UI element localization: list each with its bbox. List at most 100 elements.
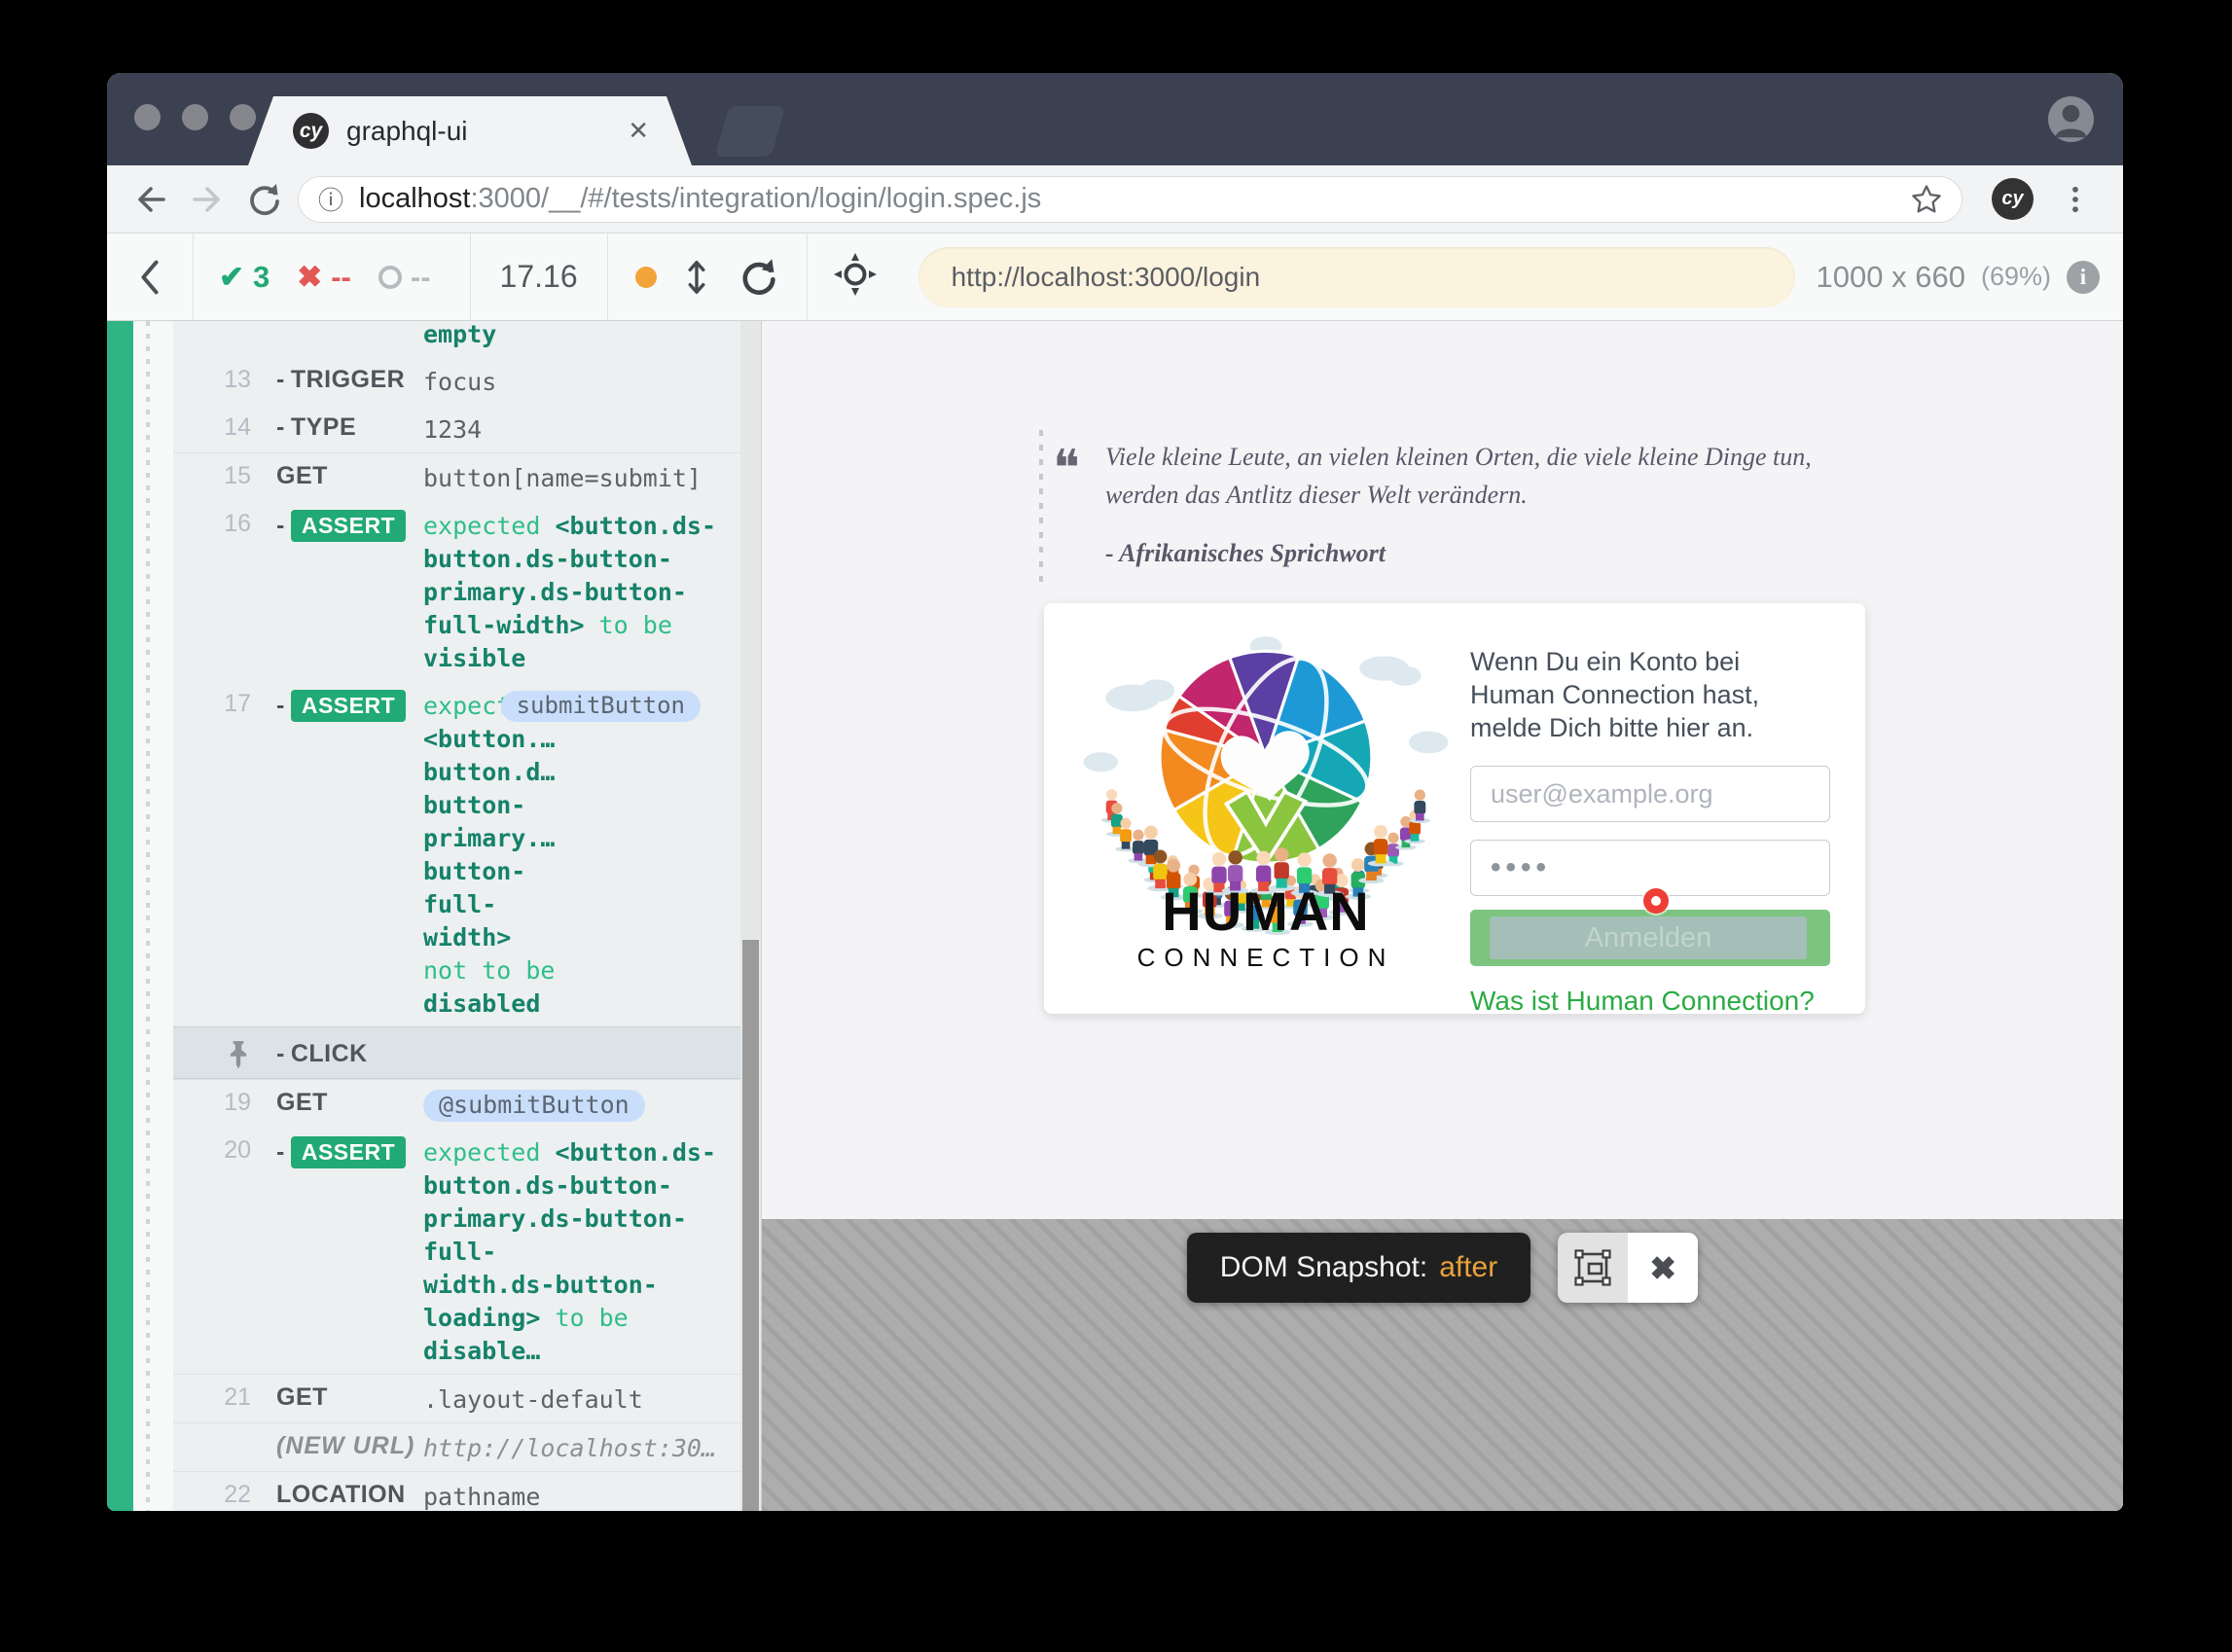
logo-wordmark-connection: CONNECTION	[1071, 943, 1460, 973]
scrollbar-thumb[interactable]	[742, 940, 759, 1511]
command-method: GET	[251, 459, 423, 490]
command-row[interactable]: 13-TRIGGERfocus	[173, 357, 741, 405]
command-number: 15	[173, 459, 251, 490]
click-event-marker	[1643, 888, 1669, 914]
command-number: 22	[173, 1478, 251, 1509]
command-message: .layout-default	[423, 1381, 741, 1417]
autoscroll-dot-icon	[635, 267, 657, 288]
command-message: empty	[423, 321, 741, 351]
aut-url-wrap: http://localhost:3000/login	[903, 247, 1811, 307]
maximize-window-button[interactable]	[230, 104, 256, 130]
command-message: 1234	[423, 411, 741, 447]
assert-badge: ASSERT	[291, 690, 406, 722]
runner-content: empty13-TRIGGERfocus14-TYPE123415GETbutt…	[107, 321, 2123, 1511]
forward-arrow-icon	[188, 180, 227, 219]
test-duration: 17.16	[471, 259, 607, 295]
viewport-info-icon[interactable]: i	[2067, 261, 2100, 294]
selector-playground-button[interactable]	[808, 252, 903, 302]
command-message: expected <button.ds-button.ds-button-pri…	[423, 1133, 741, 1368]
assert-badge: ASSERT	[291, 1136, 406, 1168]
passed-stat: ✔3	[219, 260, 270, 295]
runner-controls	[608, 256, 807, 299]
address-bar[interactable]: ⓘ localhost:3000/__/#/tests/integration/…	[298, 176, 1962, 223]
quote-block: ❝ Viele kleine Leute, an vielen kleinen …	[1035, 438, 1843, 568]
command-message	[423, 1052, 741, 1055]
pin-icon[interactable]	[226, 1040, 251, 1069]
reload-button[interactable]	[235, 177, 292, 222]
email-input[interactable]	[1470, 766, 1830, 822]
command-message: button[name=submit]	[423, 459, 741, 495]
command-method: LOCATION	[251, 1478, 423, 1509]
submit-button-label: Anmelden	[1585, 922, 1712, 954]
new-tab-button[interactable]	[715, 106, 786, 157]
command-method: -ASSERT	[251, 1133, 423, 1168]
command-number: 14	[173, 411, 251, 442]
dom-snapshot-message: DOM Snapshot: after	[1187, 1233, 1530, 1303]
profile-avatar[interactable]	[2048, 96, 2094, 142]
close-window-button[interactable]	[134, 104, 161, 130]
loading-overlay: Anmelden	[1490, 916, 1807, 959]
what-is-link[interactable]: Was ist Human Connection?	[1470, 986, 1815, 1017]
command-row[interactable]: 15GETbutton[name=submit]	[173, 452, 741, 501]
minimize-window-button[interactable]	[182, 104, 208, 130]
command-method: -CLICK	[251, 1037, 423, 1068]
command-method: (NEW URL)	[251, 1429, 423, 1460]
command-method: -ASSERT	[251, 507, 423, 542]
close-snapshot-button[interactable]: ✖	[1628, 1233, 1698, 1303]
command-row[interactable]: 14-TYPE1234	[173, 405, 741, 452]
command-method: -TRIGGER	[251, 363, 423, 394]
tab-close-icon[interactable]: ✕	[628, 116, 649, 146]
viewport-info: 1000 x 660 (69%) i	[1811, 260, 2123, 295]
kebab-menu-icon	[2059, 183, 2092, 216]
quote-dotted-border	[1039, 430, 1043, 586]
reporter-scrollbar	[740, 321, 761, 1511]
browser-window: cy graphql-ui ✕	[107, 73, 2123, 1511]
command-method: GET	[251, 1381, 423, 1412]
command-row[interactable]: 16-ASSERTexpected <button.ds-button.ds-b…	[173, 501, 741, 681]
snapshot-controls: DOM Snapshot: after	[762, 1233, 2123, 1303]
x-icon: ✖	[297, 260, 322, 295]
alias-pill: submitButton	[501, 691, 701, 722]
command-row[interactable]: 22LOCATIONpathname	[173, 1471, 741, 1511]
command-row[interactable]: empty	[173, 321, 741, 357]
command-number: 20	[173, 1133, 251, 1165]
cypress-runner-toolbar: ✔3 ✖-- -- 17.16	[107, 233, 2123, 321]
login-card: HUMAN CONNECTION Wenn Du ein Konto bei H…	[1044, 603, 1865, 1014]
back-button[interactable]	[123, 177, 179, 222]
cypress-favicon: cy	[293, 113, 329, 149]
command-list: empty13-TRIGGERfocus14-TYPE123415GETbutt…	[173, 321, 741, 1511]
command-row[interactable]: 20-ASSERTexpected <button.ds-button.ds-b…	[173, 1128, 741, 1374]
command-row[interactable]: (NEW URL)http://localhost:30…	[173, 1422, 741, 1471]
pending-stat: --	[378, 260, 431, 295]
command-row[interactable]: 19GET@submitButton	[173, 1079, 741, 1128]
command-number: 19	[173, 1086, 251, 1117]
collapse-reporter-button[interactable]	[107, 256, 193, 299]
forward-button[interactable]	[179, 177, 235, 222]
command-message: expected <button.ds-button.ds-button-pri…	[423, 507, 741, 675]
snapshot-state: after	[1439, 1251, 1497, 1284]
logo-column: HUMAN CONNECTION	[1044, 603, 1470, 1014]
password-input[interactable]	[1470, 840, 1830, 896]
aut-url[interactable]: http://localhost:3000/login	[918, 247, 1795, 307]
viewport-size: 1000 x 660	[1817, 260, 1965, 295]
scroll-updown-icon[interactable]	[680, 256, 713, 299]
toggle-highlights-button[interactable]	[1558, 1233, 1628, 1303]
command-row[interactable]: 17-ASSERTexpected<button.…button.d…butto…	[173, 681, 741, 1026]
close-icon: ✖	[1649, 1249, 1676, 1287]
cypress-extension-icon[interactable]: cy	[1992, 178, 2034, 220]
rerun-tests-icon[interactable]	[737, 256, 779, 299]
command-method: GET	[251, 1086, 423, 1117]
browser-tab[interactable]: cy graphql-ui ✕	[248, 96, 692, 165]
command-row[interactable]: -CLICK	[173, 1026, 741, 1079]
page-info-icon[interactable]: ⓘ	[318, 181, 343, 217]
reload-icon	[244, 180, 283, 219]
bookmark-star-icon[interactable]	[1909, 182, 1944, 217]
submit-button[interactable]: Anmelden	[1470, 910, 1830, 966]
tab-title: graphql-ui	[346, 116, 628, 147]
person-icon	[2048, 96, 2094, 142]
login-form: Wenn Du ein Konto bei Human Connection h…	[1470, 603, 1865, 1014]
login-intro-text: Wenn Du ein Konto bei Human Connection h…	[1470, 646, 1830, 744]
command-row[interactable]: 21GET.layout-default	[173, 1374, 741, 1422]
snapshot-label: DOM Snapshot:	[1220, 1251, 1427, 1284]
browser-menu-button[interactable]	[2047, 177, 2104, 222]
